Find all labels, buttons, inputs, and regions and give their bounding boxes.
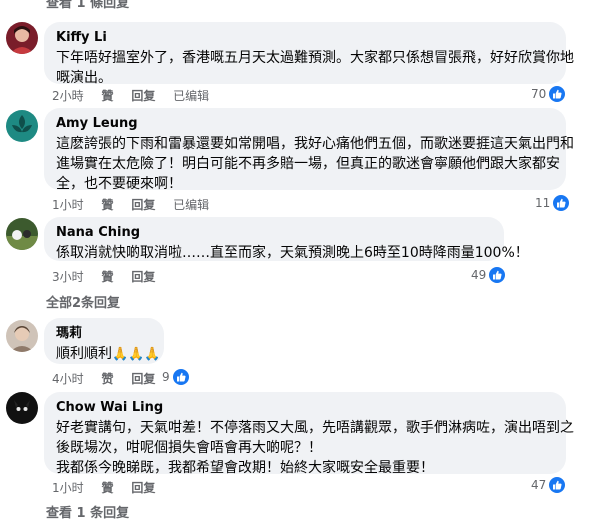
timestamp[interactable]: 4小时 (52, 372, 84, 386)
like-button[interactable]: 贊 (101, 270, 113, 284)
edited-label: 已编辑 (173, 89, 210, 103)
comment-line: 後既場次，咁呢個損失會唔會再大啲呢？！ (56, 440, 322, 456)
comment-text: 係取消就快啲取消啦……直至而家，天氣預測晚上6時至10時降雨量100%！ (56, 243, 529, 263)
reaction-number: 49 (471, 268, 487, 282)
comment-meta: 2小時 贊 回复 已编辑 (52, 87, 223, 104)
reply-button[interactable]: 回复 (131, 372, 155, 386)
commenter-name[interactable]: Chow Wai Ling (56, 399, 554, 416)
reaction-number: 9 (162, 370, 170, 384)
reply-button[interactable]: 回复 (131, 270, 155, 284)
like-icon (489, 267, 506, 283)
comment-line: 好老實講句，天氣咁差！不停落雨又大風，先唔講觀眾，歌手們淋病咗，演出唔到之 (56, 420, 574, 436)
comment-line: 嘅演出。 (56, 70, 112, 86)
like-icon (172, 369, 189, 385)
avatar[interactable] (6, 110, 38, 142)
reaction-count[interactable]: 11 (535, 195, 570, 211)
reaction-number: 11 (535, 196, 551, 210)
avatar-image (6, 320, 38, 352)
comment-line: 順利順利🙏🙏🙏 (56, 344, 161, 365)
reaction-number: 70 (531, 87, 547, 101)
avatar-image (6, 110, 38, 142)
comment-line-text: 順利順利 (56, 346, 112, 362)
reaction-count[interactable]: 9 (162, 369, 189, 385)
commenter-name[interactable]: Nana Ching (56, 224, 492, 241)
like-icon (553, 195, 570, 211)
edited-label: 已编辑 (173, 198, 210, 212)
comment-bubble: Kiffy Li 下年唔好搵室外了，香港嘅五月天太過難預測。大家都只係想冒張飛，… (44, 22, 574, 86)
comment-line: 進場實在太危險了！明白可能不再多賠一場，但真正的歌迷會寧願他們跟大家都安 (56, 156, 560, 172)
timestamp[interactable]: 1小时 (52, 198, 84, 212)
like-icon (549, 86, 566, 102)
all-replies-link[interactable]: 全部2条回复 (46, 292, 120, 311)
comment-meta: 1小时 贊 回复 (52, 479, 169, 496)
comment-line: 下年唔好搵室外了，香港嘅五月天太過難預測。大家都只係想冒張飛，好好欣賞你地 (56, 50, 574, 66)
comment-meta: 4小时 赞 回复 (52, 370, 169, 387)
reaction-number: 47 (531, 478, 547, 492)
reply-button[interactable]: 回复 (131, 89, 155, 103)
reaction-count[interactable]: 49 (471, 267, 506, 283)
view-replies-link-top[interactable]: 查看 1 條回复 (46, 0, 129, 11)
commenter-name[interactable]: Kiffy Li (56, 29, 554, 46)
reply-button[interactable]: 回复 (131, 481, 155, 495)
avatar[interactable] (6, 392, 38, 424)
commenter-name[interactable]: Amy Leung (56, 115, 554, 132)
comment-text: 下年唔好搵室外了，香港嘅五月天太過難預測。大家都只係想冒張飛，好好欣賞你地 嘅演… (56, 48, 574, 88)
pray-emoji: 🙏🙏🙏 (112, 347, 161, 362)
comment-line: 我都係今晚睇既，我都希望會改期！始終大家嘅安全最重要！ (56, 460, 434, 476)
like-button[interactable]: 贊 (101, 198, 113, 212)
like-button[interactable]: 赞 (101, 372, 113, 386)
like-icon (549, 477, 566, 493)
comment-meta: 1小时 贊 回复 已编辑 (52, 196, 223, 213)
like-button[interactable]: 贊 (101, 89, 113, 103)
avatar[interactable] (6, 22, 38, 54)
comment-text: 這麽誇張的下雨和雷暴還要如常開唱，我好心痛他們五個，而歌迷要捱這天氣出門和 進場… (56, 134, 574, 194)
avatar-image (6, 218, 38, 250)
reaction-count[interactable]: 70 (531, 86, 566, 102)
comment-text: 順利順利🙏🙏🙏 (56, 344, 161, 365)
comment-bubble: Chow Wai Ling 好老實講句，天氣咁差！不停落雨又大風，先唔講觀眾，歌… (44, 392, 574, 476)
comment-meta: 3小时 贊 回复 (52, 268, 169, 285)
reaction-count[interactable]: 47 (531, 477, 566, 493)
comment-text: 好老實講句，天氣咁差！不停落雨又大風，先唔講觀眾，歌手們淋病咗，演出唔到之 後既… (56, 418, 574, 478)
avatar-image (6, 392, 38, 424)
like-button[interactable]: 贊 (101, 481, 113, 495)
comment-bubble: Nana Ching 係取消就快啲取消啦……直至而家，天氣預測晚上6時至10時降… (44, 217, 529, 263)
timestamp[interactable]: 3小时 (52, 270, 84, 284)
comment-line: 係取消就快啲取消啦……直至而家，天氣預測晚上6時至10時降雨量100%！ (56, 245, 529, 261)
commenter-name[interactable]: 瑪莉 (56, 325, 152, 342)
comment-line: 全，也不要硬來啊！ (56, 176, 182, 192)
timestamp[interactable]: 2小時 (52, 89, 84, 103)
avatar[interactable] (6, 320, 38, 352)
view-replies-link-bottom[interactable]: 查看 1 条回复 (46, 502, 129, 521)
comment-bubble: Amy Leung 這麽誇張的下雨和雷暴還要如常開唱，我好心痛他們五個，而歌迷要… (44, 108, 574, 192)
avatar-image (6, 22, 38, 54)
reply-button[interactable]: 回复 (131, 198, 155, 212)
comment-line: 這麽誇張的下雨和雷暴還要如常開唱，我好心痛他們五個，而歌迷要捱這天氣出門和 (56, 136, 574, 152)
comment-bubble: 瑪莉 順利順利🙏🙏🙏 (44, 318, 164, 364)
timestamp[interactable]: 1小时 (52, 481, 84, 495)
avatar[interactable] (6, 218, 38, 250)
